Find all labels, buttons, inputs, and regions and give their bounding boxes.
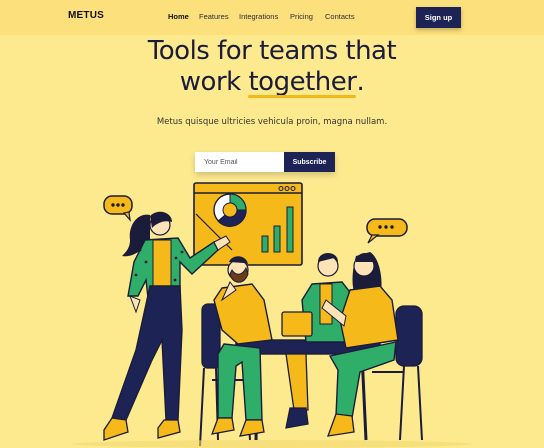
signup-button[interactable]: Sign up xyxy=(416,7,461,28)
hero-subtitle: Metus quisque ultricies vehicula proin, … xyxy=(156,117,388,127)
laptop-icon xyxy=(281,311,313,337)
ground-shadow xyxy=(72,440,472,448)
nav-integrations-link[interactable]: Integrations xyxy=(239,12,290,21)
hero-title-line2: work together. xyxy=(0,67,544,98)
subscribe-button[interactable]: Subscribe xyxy=(284,152,335,172)
hero-title-pre: work xyxy=(179,67,249,97)
logo[interactable]: METUS xyxy=(68,10,104,21)
nav-features-link[interactable]: Features xyxy=(199,12,239,21)
nav-home-link[interactable]: Home xyxy=(168,12,199,21)
speech-bubble-icon xyxy=(366,218,408,244)
nav-contacts-link[interactable]: Contacts xyxy=(325,12,355,21)
top-navbar: METUS Home Features Integrations Pricing… xyxy=(0,0,544,35)
donut-chart-icon xyxy=(213,193,247,227)
nav-pricing-link[interactable]: Pricing xyxy=(290,12,325,21)
hero-title-highlight: together xyxy=(248,67,357,97)
email-input[interactable] xyxy=(195,152,284,172)
subscribe-form: Subscribe xyxy=(195,152,335,172)
hero-title: Tools for teams that work together. xyxy=(0,36,544,98)
hero-title-line1: Tools for teams that xyxy=(147,36,397,66)
team-illustration xyxy=(72,182,472,448)
speech-bubble-icon xyxy=(103,195,133,222)
hero-title-post: . xyxy=(356,67,365,97)
nav-menu: Home Features Integrations Pricing Conta… xyxy=(168,12,355,21)
